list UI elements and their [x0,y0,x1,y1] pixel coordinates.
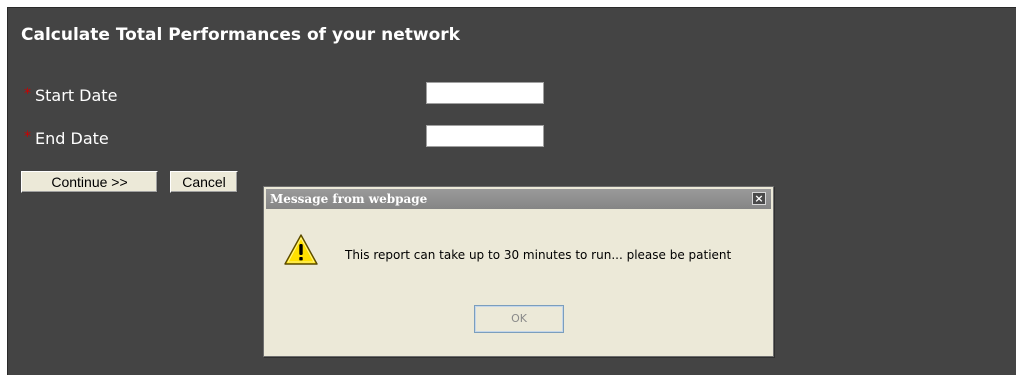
page-title: Calculate Total Performances of your net… [21,25,460,45]
close-icon[interactable]: × [752,192,766,205]
end-date-input[interactable] [426,125,544,147]
cancel-button[interactable]: Cancel [170,171,238,193]
required-marker: * [24,86,31,102]
dialog-message: This report can take up to 30 minutes to… [345,248,732,262]
required-marker: * [24,129,31,145]
end-date-label: * End Date [24,129,109,148]
start-date-label: * Start Date [24,86,117,105]
dialog-titlebar[interactable]: Message from webpage × [266,189,771,209]
end-date-label-text: End Date [35,129,109,148]
continue-button[interactable]: Continue >> [21,171,158,193]
message-dialog: Message from webpage × This report can t… [263,186,774,357]
start-date-input[interactable] [426,82,544,104]
ok-button[interactable]: OK [474,305,564,333]
warning-icon [284,234,318,265]
start-date-label-text: Start Date [35,86,118,105]
dialog-title: Message from webpage [270,192,428,206]
